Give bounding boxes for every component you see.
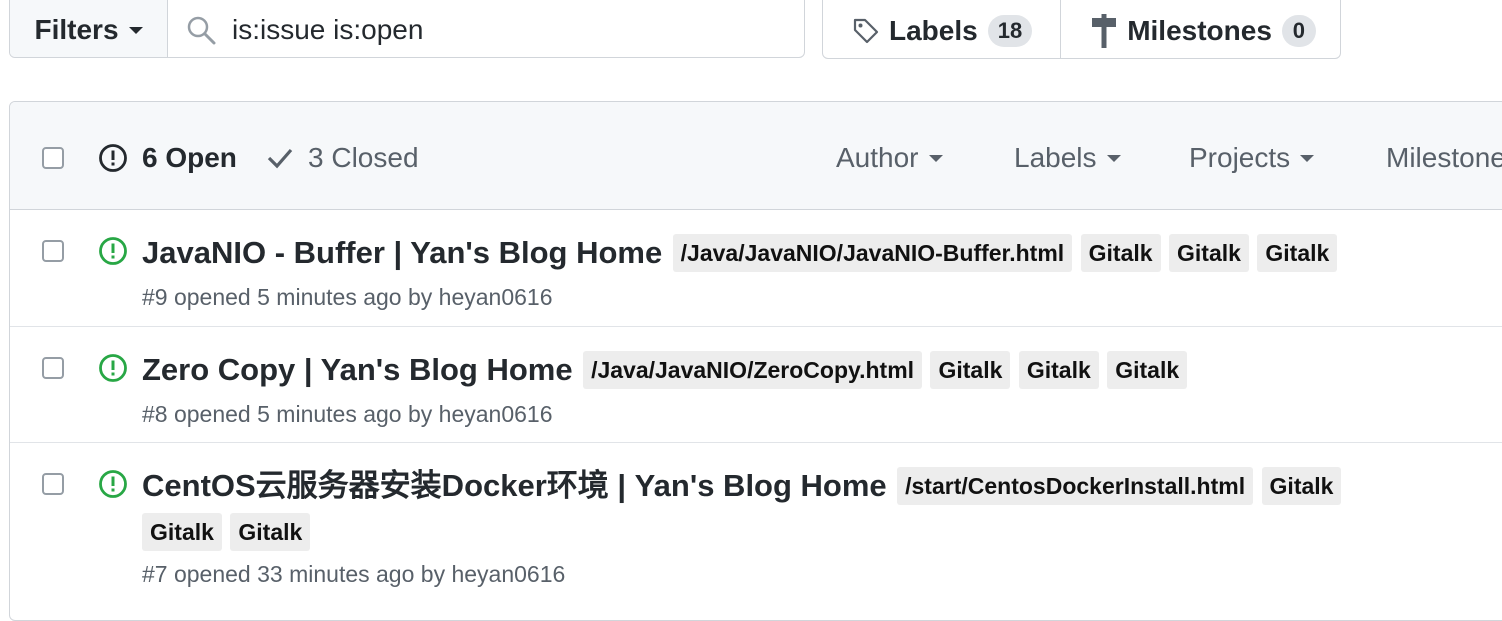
issue-opened-icon	[99, 354, 127, 382]
issues-list-box: 6 Open 3 Closed Author Labels Projects M…	[9, 101, 1502, 621]
issue-label[interactable]: Gitalk	[1107, 351, 1188, 389]
milestones-nav-label: Milestones	[1127, 14, 1272, 46]
issue-row: JavaNIO - Buffer | Yan's Blog Home /Java…	[10, 210, 1502, 327]
labels-nav-label: Labels	[889, 14, 978, 46]
milestone-icon	[1092, 13, 1117, 48]
milestones-filter-dropdown[interactable]: Milestones	[1386, 142, 1502, 174]
issue-meta: #9 opened 5 minutes ago by heyan0616	[142, 284, 553, 310]
issue-label[interactable]: Gitalk	[230, 513, 311, 551]
check-icon	[267, 148, 293, 169]
issues-list-header: 6 Open 3 Closed Author Labels Projects M…	[10, 102, 1502, 210]
labels-nav-link[interactable]: Labels 18	[823, 0, 1060, 58]
issue-title-link[interactable]: Zero Copy | Yan's Blog Home	[142, 352, 573, 387]
issue-opened-icon	[99, 470, 127, 498]
search-icon	[187, 16, 216, 45]
issue-checkbox[interactable]	[42, 240, 64, 262]
labels-filter-dropdown[interactable]: Labels	[1014, 142, 1121, 174]
tag-icon	[853, 18, 879, 43]
issue-label[interactable]: Gitalk	[142, 513, 222, 551]
chevron-down-icon	[928, 154, 943, 162]
issue-row: CentOS云服务器安装Docker环境 | Yan's Blog Home /…	[10, 443, 1502, 603]
filters-label: Filters	[34, 14, 119, 45]
issue-title-link[interactable]: CentOS云服务器安装Docker环境 | Yan's Blog Home	[142, 468, 887, 503]
search-box[interactable]	[168, 0, 804, 57]
milestones-count-badge: 0	[1281, 14, 1316, 47]
issue-label[interactable]: /Java/JavaNIO/JavaNIO-Buffer.html	[672, 234, 1073, 272]
projects-filter-dropdown[interactable]: Projects	[1189, 142, 1315, 174]
labels-count-badge: 18	[987, 14, 1033, 47]
issue-row: Zero Copy | Yan's Blog Home /Java/JavaNI…	[10, 327, 1502, 443]
search-input[interactable]	[230, 13, 734, 47]
issue-label[interactable]: Gitalk	[1080, 234, 1161, 272]
projects-filter-label: Projects	[1189, 142, 1291, 173]
select-all-checkbox[interactable]	[42, 147, 64, 169]
chevron-down-icon	[128, 26, 143, 34]
labels-filter-label: Labels	[1014, 142, 1097, 173]
issue-title-line: CentOS云服务器安装Docker环境 | Yan's Blog Home /…	[142, 463, 1407, 555]
issue-meta: #7 opened 33 minutes ago by heyan0616	[142, 561, 566, 587]
issue-checkbox[interactable]	[42, 473, 64, 495]
issue-opened-icon	[99, 144, 127, 172]
issue-label[interactable]: Gitalk	[1018, 351, 1099, 389]
closed-count-label: 3 Closed	[308, 142, 419, 173]
issue-opened-icon	[99, 237, 127, 265]
issue-title-link[interactable]: JavaNIO - Buffer | Yan's Blog Home	[142, 235, 662, 270]
filters-dropdown-button[interactable]: Filters	[10, 0, 168, 57]
closed-issues-tab[interactable]: 3 Closed	[266, 142, 419, 174]
open-count-label: 6 Open	[142, 142, 237, 173]
chevron-down-icon	[1106, 154, 1121, 162]
issue-label[interactable]: Gitalk	[930, 351, 1011, 389]
issue-checkbox[interactable]	[42, 357, 64, 379]
issue-title-line: Zero Copy | Yan's Blog Home /Java/JavaNI…	[142, 347, 1442, 393]
chevron-down-icon	[1300, 154, 1315, 162]
author-filter-label: Author	[836, 142, 919, 173]
author-filter-dropdown[interactable]: Author	[836, 142, 943, 174]
issue-label[interactable]: Gitalk	[1169, 234, 1249, 272]
issue-label[interactable]: Gitalk	[1257, 234, 1338, 272]
issue-label[interactable]: /start/CentosDockerInstall.html	[897, 467, 1254, 505]
filter-search-group: Filters	[9, 0, 805, 58]
issue-meta: #8 opened 5 minutes ago by heyan0616	[142, 401, 553, 427]
issue-label[interactable]: /Java/JavaNIO/ZeroCopy.html	[583, 351, 923, 389]
issue-label[interactable]: Gitalk	[1261, 467, 1342, 505]
milestones-nav-link[interactable]: Milestones 0	[1060, 0, 1344, 58]
labels-milestones-nav: Labels 18 Milestones 0	[822, 0, 1341, 59]
issue-title-line: JavaNIO - Buffer | Yan's Blog Home /Java…	[142, 230, 1442, 276]
milestones-filter-label: Milestones	[1386, 142, 1502, 173]
open-issues-tab[interactable]: 6 Open	[98, 142, 237, 174]
